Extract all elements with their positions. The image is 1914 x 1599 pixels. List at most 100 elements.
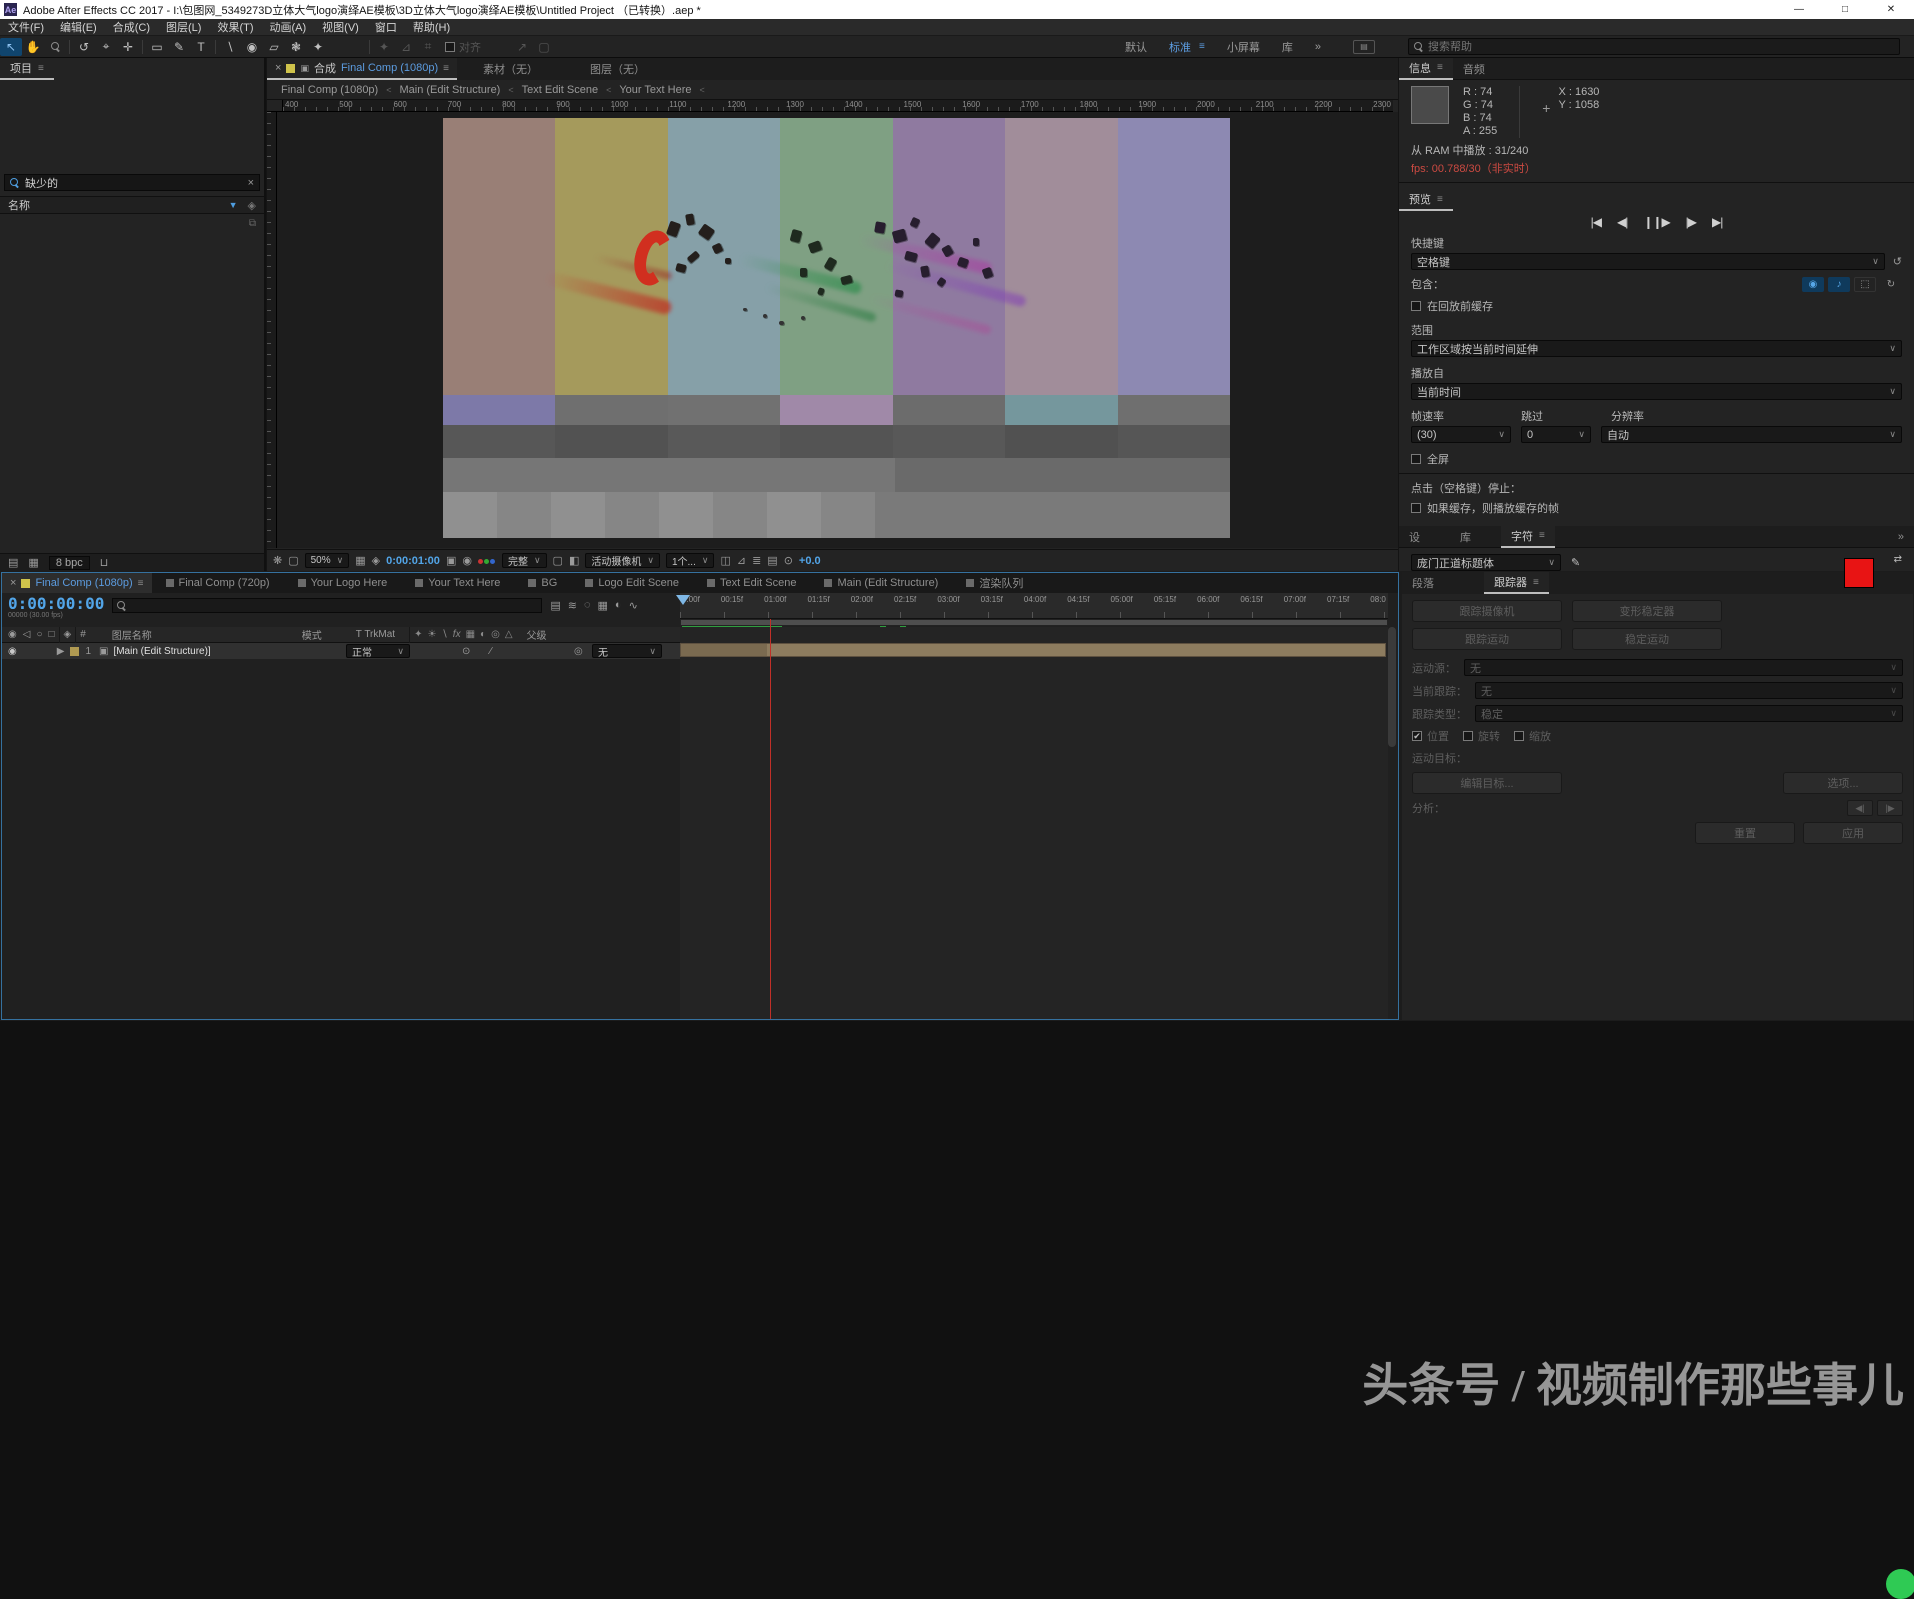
always-preview-icon[interactable]: ❋ (273, 554, 282, 567)
tab-effects-presets[interactable]: 设 (1399, 526, 1430, 548)
layer-duration-bar[interactable] (680, 643, 1386, 657)
timeline-tab[interactable]: Your Logo Here (284, 575, 402, 591)
mode-column-label[interactable]: 模式 (302, 627, 322, 642)
timeline-tab[interactable]: Main (Edit Structure) (810, 575, 952, 591)
maximize-button[interactable]: □ (1822, 0, 1868, 19)
trkmat-column-label[interactable]: T TrkMat (356, 629, 395, 640)
fill-color-swatch[interactable] (1844, 558, 1874, 588)
camera-tool-icon[interactable]: ⌖ (95, 38, 117, 56)
tab-paragraph[interactable]: 段落 (1402, 572, 1444, 594)
track-type-dropdown[interactable]: 稳定∨ (1475, 705, 1903, 722)
tracker-button[interactable]: 跟踪运动 (1412, 628, 1562, 650)
shy-layers-icon[interactable]: ◌ (584, 599, 591, 612)
project-search-input[interactable] (25, 177, 242, 189)
menu-item[interactable]: 动画(A) (270, 19, 307, 35)
tab-preview[interactable]: 预览≡ (1399, 189, 1453, 211)
draft-3d-icon[interactable]: ≋ (568, 599, 577, 612)
swap-colors-icon[interactable]: ⇄ (1894, 554, 1902, 565)
breadcrumb-item[interactable]: Text Edit Scene (522, 84, 598, 96)
bit-depth-button[interactable]: 8 bpc (49, 556, 90, 570)
blend-mode-dropdown[interactable]: 正常∨ (346, 644, 410, 658)
time-ruler[interactable]: 0:00f00:15f01:00f01:15f02:00f02:15f03:00… (680, 593, 1388, 619)
panel-menu-icon[interactable]: ≡ (1533, 577, 1539, 588)
tab-library[interactable]: 库 (1450, 526, 1481, 548)
include-audio-icon[interactable]: ♪ (1828, 277, 1850, 292)
last-frame-button[interactable]: ▶| (1712, 215, 1722, 229)
graph-editor-icon[interactable]: ∿ (629, 599, 638, 612)
panel-menu-icon[interactable]: ≡ (1539, 530, 1545, 541)
primary-viewer-icon[interactable]: ▢ (288, 554, 298, 567)
close-tab-icon[interactable]: × (275, 62, 281, 74)
layer-visibility-icon[interactable]: ◉ (8, 646, 17, 657)
selection-tool-icon[interactable]: ↖ (0, 38, 22, 56)
panel-menu-icon[interactable]: ≡ (443, 63, 449, 74)
play-button[interactable]: ❙❙▶ (1643, 215, 1669, 229)
rotation-tool-icon[interactable]: ↺ (73, 38, 95, 56)
eyedropper-icon[interactable]: ✎ (1571, 556, 1580, 569)
panel-overflow-icon[interactable]: » (1888, 526, 1914, 548)
project-column-header[interactable]: 名称 ▼ ◈ (0, 196, 264, 214)
options-button[interactable]: 选项... (1783, 772, 1903, 794)
minimize-button[interactable]: — (1776, 0, 1822, 19)
eraser-tool-icon[interactable]: ▱ (263, 38, 285, 56)
include-overlays-icon[interactable]: ⬚ (1854, 277, 1876, 292)
motion-blur-icon[interactable]: ◐ (615, 599, 622, 612)
loop-icon[interactable]: ↻ (1880, 277, 1902, 292)
tab-audio[interactable]: 音频 (1453, 58, 1495, 80)
tab-info[interactable]: 信息≡ (1399, 58, 1453, 80)
timeline-tab[interactable]: BG (514, 575, 571, 591)
include-video-icon[interactable]: ◉ (1802, 277, 1824, 292)
mini-flowchart-icon[interactable]: ▤ (550, 599, 560, 612)
preview-resolution-dropdown[interactable]: 自动∨ (1601, 426, 1902, 443)
position-checkbox[interactable]: ✔ (1412, 731, 1422, 741)
panel-menu-icon[interactable]: ≡ (1437, 194, 1443, 205)
tab-layer[interactable]: 图层（无） (564, 61, 671, 77)
layer-name[interactable]: [Main (Edit Structure)] (113, 646, 210, 657)
panel-menu-icon[interactable]: ≡ (38, 63, 44, 74)
layer-row[interactable]: ◉ ▶ 1 ▣ [Main (Edit Structure)] 正常∨ ⊙ ∕ … (2, 643, 680, 659)
magnification-dropdown[interactable]: 50%∨ (305, 553, 350, 568)
timeline-search-box[interactable] (112, 598, 542, 613)
grid-guides-icon[interactable]: ▦ (355, 554, 365, 567)
help-search-input[interactable] (1428, 41, 1894, 53)
clone-stamp-tool-icon[interactable]: ◉ (241, 38, 263, 56)
tab-tracker[interactable]: 跟踪器≡ (1484, 572, 1549, 594)
timeline-tab[interactable]: Text Edit Scene (693, 575, 810, 591)
panel-menu-icon[interactable]: ≡ (138, 578, 144, 589)
current-time-field[interactable]: 0:00:00:00 (8, 596, 104, 612)
workspace-library[interactable]: 库 (1282, 39, 1293, 55)
menu-item[interactable]: 帮助(H) (413, 19, 450, 35)
menu-item[interactable]: 文件(F) (8, 19, 44, 35)
next-frame-button[interactable]: |▶ (1686, 215, 1696, 229)
tab-footage[interactable]: 素材（无） (457, 61, 564, 77)
tracker-button[interactable]: 变形稳定器 (1572, 600, 1722, 622)
view-layout-dropdown[interactable]: 1个...∨ (666, 553, 715, 568)
quality-toggle-icon[interactable]: ⊙ (462, 646, 470, 657)
workspace-bar-icon[interactable]: ▤ (1353, 40, 1375, 54)
parent-column-label[interactable]: 父级 (527, 627, 547, 642)
previous-frame-button[interactable]: ◀| (1617, 215, 1627, 229)
current-time-indicator-line[interactable] (770, 619, 771, 1019)
exposure-value[interactable]: +0.0 (799, 555, 821, 567)
pen-tool-icon[interactable]: ✎ (168, 38, 190, 56)
menu-item[interactable]: 图层(L) (166, 19, 201, 35)
text-tool-icon[interactable]: T (190, 38, 212, 56)
trash-icon[interactable]: ⊔ (100, 556, 109, 569)
parent-dropdown[interactable]: 无∨ (592, 644, 662, 658)
close-tab-icon[interactable]: × (10, 577, 16, 589)
analyze-backward-button[interactable]: ◀| (1847, 800, 1873, 816)
timeline-tab[interactable]: Your Text Here (401, 575, 514, 591)
mask-visibility-icon[interactable]: ◈ (372, 554, 380, 567)
quality-best-icon[interactable]: ∕ (490, 646, 492, 657)
tracker-button[interactable]: 稳定运动 (1572, 628, 1722, 650)
breadcrumb-item[interactable]: Final Comp (1080p) (281, 84, 378, 96)
workspace-standard[interactable]: 标准 (1169, 39, 1191, 55)
motion-source-dropdown[interactable]: 无∨ (1464, 659, 1903, 676)
work-area-bar[interactable] (680, 619, 1388, 626)
menu-item[interactable]: 编辑(E) (60, 19, 97, 35)
breadcrumb-item[interactable]: Your Text Here (619, 84, 691, 96)
skip-dropdown[interactable]: 0∨ (1521, 426, 1591, 443)
puppet-pin-tool-icon[interactable]: ✦ (307, 38, 329, 56)
frame-rate-dropdown[interactable]: (30)∨ (1411, 426, 1511, 443)
layer-label-chip[interactable] (70, 647, 79, 656)
